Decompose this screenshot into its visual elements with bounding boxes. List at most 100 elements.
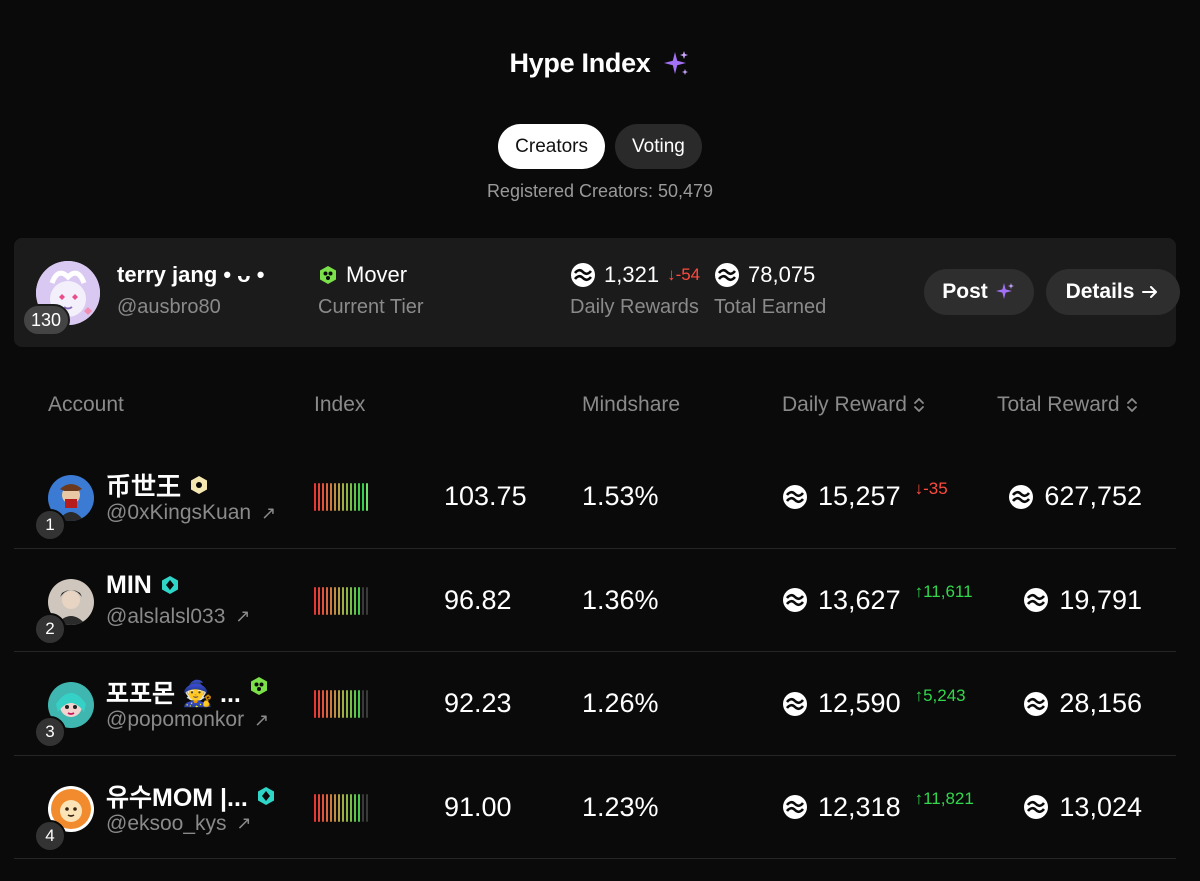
index-meter-bar [326, 690, 328, 718]
index-meter-bar [350, 586, 352, 615]
rank-badge: 1 [34, 509, 66, 541]
account-name[interactable]: MIN [106, 571, 152, 600]
total-earned-label: Total Earned [714, 296, 827, 318]
daily-rewards-value: 1,321 [604, 262, 660, 287]
index-meter-bar [338, 690, 340, 718]
external-link-icon[interactable]: ↗ [254, 710, 269, 731]
table-row[interactable]: 3 포포몬 🧙 ... @popomonkor ↗ 92.23 1.26% 12… [14, 652, 1176, 756]
coin-icon [1024, 691, 1049, 716]
coin-icon [783, 691, 807, 716]
index-meter-bar [326, 793, 328, 822]
daily-reward-change: ↓-35 [914, 478, 948, 498]
index-meter-bar [318, 586, 320, 615]
index-meter-bar [350, 483, 352, 511]
account-handle-row[interactable]: @alslalsl033 ↗ [106, 605, 250, 629]
column-total-reward[interactable]: Total Reward [997, 393, 1138, 417]
account-handle-row[interactable]: @popomonkor ↗ [106, 708, 269, 732]
account-handle-row[interactable]: @eksoo_kys ↗ [106, 812, 252, 836]
daily-reward-cell: 15,257 ↓-35 [782, 478, 948, 512]
index-meter-bar [318, 793, 320, 822]
tab-creators[interactable]: Creators [498, 124, 606, 169]
index-meter-bar [362, 690, 364, 718]
daily-reward-cell: 13,627 ↑11,611 [782, 582, 973, 616]
rank-badge: 3 [34, 716, 66, 748]
page-title: Hype Index [509, 48, 651, 78]
total-earned-row: 78,075 [714, 262, 815, 288]
green-tier-icon [250, 677, 267, 695]
mindshare-value: 1.26% [582, 688, 659, 718]
details-button-label: Details [1065, 280, 1135, 303]
index-meter-bar [350, 793, 352, 822]
index-meter-bar [326, 483, 328, 511]
table-row[interactable]: 2 MIN @alslalsl033 ↗ 96.82 1.36% 13,627 … [14, 549, 1176, 652]
index-meter-bar [322, 586, 324, 615]
index-meter-bar [330, 793, 332, 822]
column-daily-reward[interactable]: Daily Reward [782, 393, 925, 417]
account-name-row: MIN [106, 571, 180, 600]
title-row: Hype Index [0, 48, 1200, 79]
daily-reward-value: 12,318 [818, 791, 901, 822]
index-meter-bar [334, 690, 336, 718]
post-button-label: Post [942, 280, 988, 303]
account-handle[interactable]: @0xKingsKuan [106, 501, 251, 525]
index-meter-bar [314, 793, 316, 822]
total-reward-value: 28,156 [1059, 688, 1142, 718]
hype-index-page: Hype Index Creators Voting Registered Cr… [0, 0, 1200, 881]
index-meter-bar [314, 690, 316, 718]
index-value: 103.75 [444, 481, 527, 511]
index-meter-bar [330, 483, 332, 511]
account-handle-row[interactable]: @0xKingsKuan ↗ [106, 501, 276, 525]
index-meter-bar [350, 690, 352, 718]
account-name[interactable]: 유수MOM |... [106, 778, 248, 814]
total-reward-value: 19,791 [1059, 584, 1142, 615]
index-meter-bar [322, 793, 324, 822]
daily-reward-cell: 12,590 ↑5,243 [782, 686, 966, 719]
account-name-row: 포포몬 🧙 ... [106, 674, 269, 710]
index-meter-bar [358, 793, 360, 822]
total-reward-cell: 13,024 [1023, 792, 1142, 823]
account-handle[interactable]: @alslalsl033 [106, 605, 225, 629]
sort-icon[interactable] [1126, 396, 1138, 414]
details-button[interactable]: Details [1046, 269, 1180, 315]
coin-icon [1024, 588, 1049, 612]
coin-icon [715, 263, 739, 287]
mindshare-value: 1.53% [582, 481, 659, 511]
mindshare-value: 1.36% [582, 584, 659, 615]
arrow-right-icon [1142, 286, 1158, 298]
table-row[interactable]: 1 币世王 @0xKingsKuan ↗ 103.75 1.53% 15,257… [14, 445, 1176, 549]
coin-icon [1009, 484, 1034, 509]
index-meter-bar [342, 483, 344, 511]
creator-table: 1 币世王 @0xKingsKuan ↗ 103.75 1.53% 15,257… [14, 445, 1176, 859]
account-name[interactable]: 포포몬 🧙 ... [106, 674, 241, 710]
tab-voting[interactable]: Voting [615, 124, 702, 169]
index-meter-bar [358, 690, 360, 718]
external-link-icon[interactable]: ↗ [237, 813, 252, 834]
index-meter-bar [354, 586, 356, 615]
column-account: Account [48, 393, 124, 416]
current-user-card: 130 terry jang • ᴗ • @ausbro80 Mover Cur… [14, 238, 1180, 347]
post-button[interactable]: Post [924, 269, 1034, 315]
index-meter-bar [346, 793, 348, 822]
index-meter [314, 586, 368, 615]
sort-icon[interactable] [913, 396, 925, 414]
rank-badge: 4 [34, 819, 66, 852]
daily-reward-change: ↑11,611 [914, 582, 973, 601]
daily-reward-value: 12,590 [818, 688, 901, 718]
mindshare-value: 1.23% [582, 791, 659, 822]
account-handle[interactable]: @eksoo_kys [106, 812, 227, 836]
tab-bar: Creators Voting [0, 124, 1200, 169]
index-meter-bar [358, 483, 360, 511]
table-row[interactable]: 4 유수MOM |... @eksoo_kys ↗ 91.00 1.23% 12… [14, 756, 1176, 859]
teal-tier-icon [257, 786, 274, 805]
account-handle[interactable]: @popomonkor [106, 708, 244, 732]
index-meter-bar [346, 586, 348, 615]
account-name-row: 币世王 [106, 467, 209, 503]
daily-reward-change: ↑11,821 [914, 789, 974, 808]
account-name[interactable]: 币世王 [106, 467, 181, 503]
total-reward-cell: 19,791 [1023, 585, 1142, 616]
user-handle[interactable]: @ausbro80 [117, 296, 221, 319]
index-meter-bar [334, 586, 336, 615]
index-meter-bar [342, 690, 344, 718]
external-link-icon[interactable]: ↗ [235, 606, 250, 627]
external-link-icon[interactable]: ↗ [261, 503, 276, 524]
